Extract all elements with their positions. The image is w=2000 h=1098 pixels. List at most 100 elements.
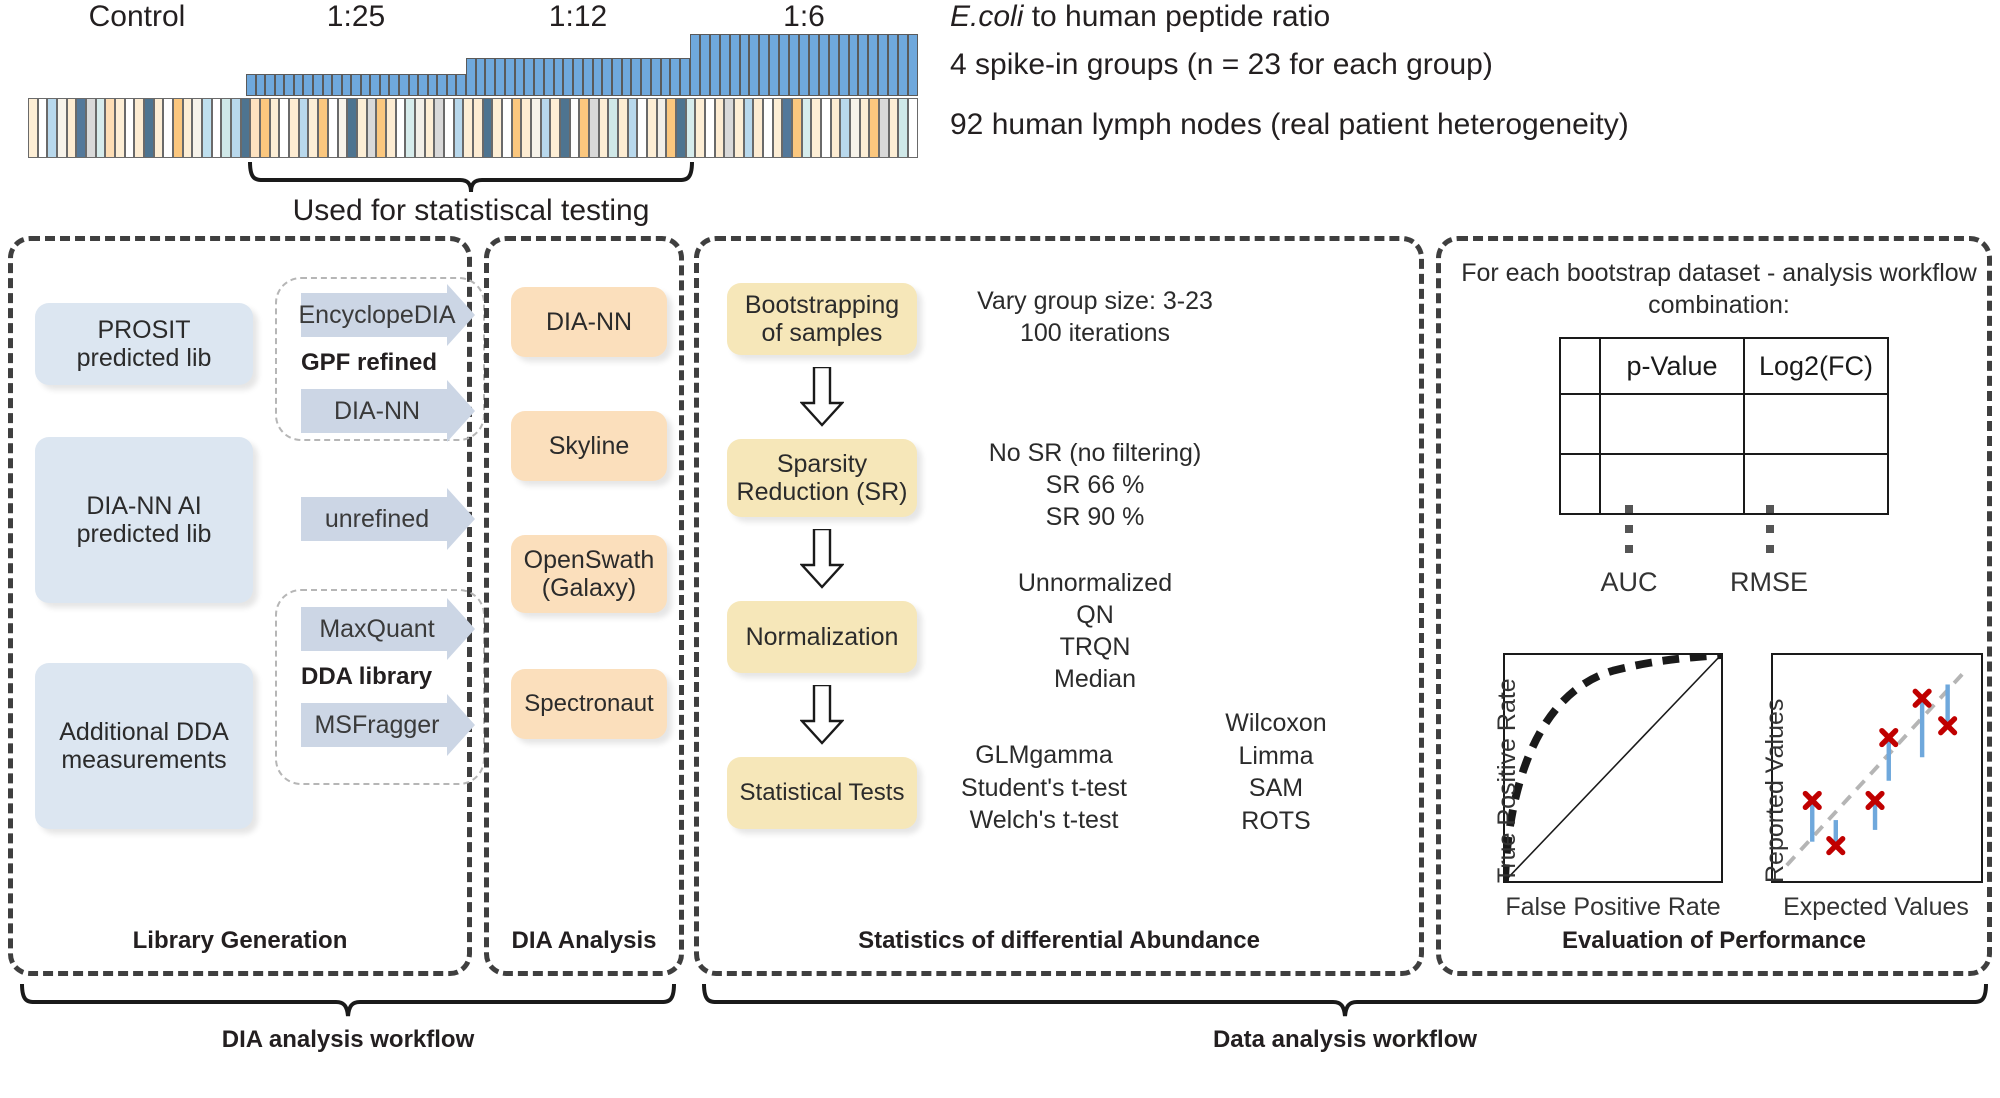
metric-label-rmse: RMSE [1729,567,1808,597]
table-cell [1599,393,1745,455]
lymph-sample-bar [47,98,58,158]
scatter-plot-frame [1771,653,1983,883]
spike-bar [504,58,515,96]
panel-title-evaluation: Evaluation of Performance [1561,927,1867,954]
dia-tool-box-openswath[interactable]: OpenSwath (Galaxy) [511,535,667,613]
tool-arrow-msfragger[interactable]: MSFragger [301,694,475,756]
lymph-sample-bar [66,98,77,158]
gpf-refined-label: GPF refined [301,349,438,376]
step-box-bootstrapping[interactable]: Bootstrapping of samples [727,283,917,355]
ecoli-italic: E.coli [950,0,1024,33]
spike-bar [749,34,760,96]
spike-bar [389,74,399,96]
used-for-testing-label: Used for statistiscal testing [292,194,650,227]
tool-arrow-maxquant[interactable]: MaxQuant [301,598,475,660]
lymph-sample-bar [617,98,628,158]
lymph-sample-bar [424,98,435,158]
lymph-sample-bar [472,98,483,158]
spike-bar [888,34,899,96]
lymph-sample-bar [705,98,715,158]
spike-bar [332,74,342,96]
lymph-sample-bar [637,98,647,158]
dia-tool-box-skyline[interactable]: Skyline [511,411,667,481]
lymph-sample-bar [511,98,522,158]
lymph-sample-bar [86,98,96,158]
test-item: ROTS [1241,806,1311,835]
spike-bar [495,58,505,96]
lymph-sample-bar [521,98,531,158]
lymph-sample-bar [144,98,154,158]
tool-label: MaxQuant [319,614,435,643]
spike-bar [690,34,700,96]
spike-bar [729,34,740,96]
roc-y-axis-label: True Positive Rate [1493,678,1521,883]
spike-bar [322,74,333,96]
roc-x-axis-label: False Positive Rate [1505,893,1721,921]
lymph-sample-bar [443,98,454,158]
scatter-y-axis-label: Reported Values [1761,698,1789,883]
dia-tool-label: OpenSwath (Galaxy) [523,546,655,602]
test-item: Limma [1238,741,1314,770]
spike-bar [828,34,839,96]
note-sparsity: No SR (no filtering) SR 66 % SR 90 % [988,439,1202,531]
flow-arrow-1 [800,367,844,427]
lymph-sample-bar [337,98,348,158]
spike-bar [907,34,918,96]
lymph-sample-bar [279,98,290,158]
test-item: Welch's t-test [969,806,1119,834]
spike-bar [446,74,457,96]
lymph-sample-bar [57,98,67,158]
step-box-normalization[interactable]: Normalization [727,601,917,673]
step-box-statistical-tests[interactable]: Statistical Tests [727,757,917,829]
lymph-sample-bar [869,98,880,158]
lymph-sample-bar [260,98,270,158]
spike-bar [848,34,859,96]
tool-arrow-encyclopedia[interactable]: EncyclopeDIA [298,284,475,346]
spike-note: 4 spike-in groups (n = 23 for each group… [950,48,1493,81]
lymph-sample-bar [879,98,889,158]
lymph-sample-bar [579,98,589,158]
roc-plot-frame [1501,651,1723,883]
dia-tool-label: DIA-NN [545,308,633,336]
data-workflow-label: Data analysis workflow [1212,1026,1478,1053]
test-item: Wilcoxon [1225,709,1327,737]
spike-bar [534,58,544,96]
lymph-sample-bar [550,98,560,158]
lymph-sample-bar [724,98,735,158]
metric-label-auc: AUC [1600,567,1658,597]
spike-bar [265,74,275,96]
source-box-dda[interactable]: Additional DDA measurements [35,663,253,829]
lymph-sample-bar [366,98,377,158]
source-box-diann-ai[interactable]: DIA-NN AI predicted lib [35,437,253,603]
lymph-sample-bar [385,98,396,158]
lymph-sample-bar [482,98,493,158]
spike-bar [818,34,829,96]
lymph-sample-bar [173,98,183,158]
spike-bar [284,74,294,96]
vertical-dots-pvalue [1625,505,1633,553]
lymph-sample-bar [376,98,386,158]
lymph-sample-bar [782,98,793,158]
tool-arrow-unrefined[interactable]: unrefined [301,488,475,550]
dia-tool-box-spectronaut[interactable]: Spectronaut [511,669,667,739]
spike-bar [437,74,447,96]
lymph-sample-bar [685,98,696,158]
lymph-sample-bar [830,98,841,158]
spike-in-bar-chart [28,28,918,96]
flow-arrow-3 [800,685,844,745]
step-label: Statistical Tests [739,778,905,806]
table-cell [1559,453,1601,515]
scatter-plot-svg [1785,667,1969,867]
lymph-sample-bar [627,98,638,158]
table-cell [1559,393,1601,455]
dia-tool-box-diann[interactable]: DIA-NN [511,287,667,357]
test-item: GLMgamma [975,741,1113,769]
vertical-dots-log2fc [1766,505,1774,553]
ratio-note-rest: to human peptide ratio [1023,0,1331,33]
tool-arrow-diann[interactable]: DIA-NN [301,380,475,442]
ratio-note: E.coli to human peptide ratio [950,0,1330,34]
lymph-sample-bar [182,98,193,158]
step-box-sparsity-reduction[interactable]: Sparsity Reduction (SR) [727,439,917,517]
spike-bar [408,74,419,96]
source-box-prosit[interactable]: PROSIT predicted lib [35,303,253,385]
